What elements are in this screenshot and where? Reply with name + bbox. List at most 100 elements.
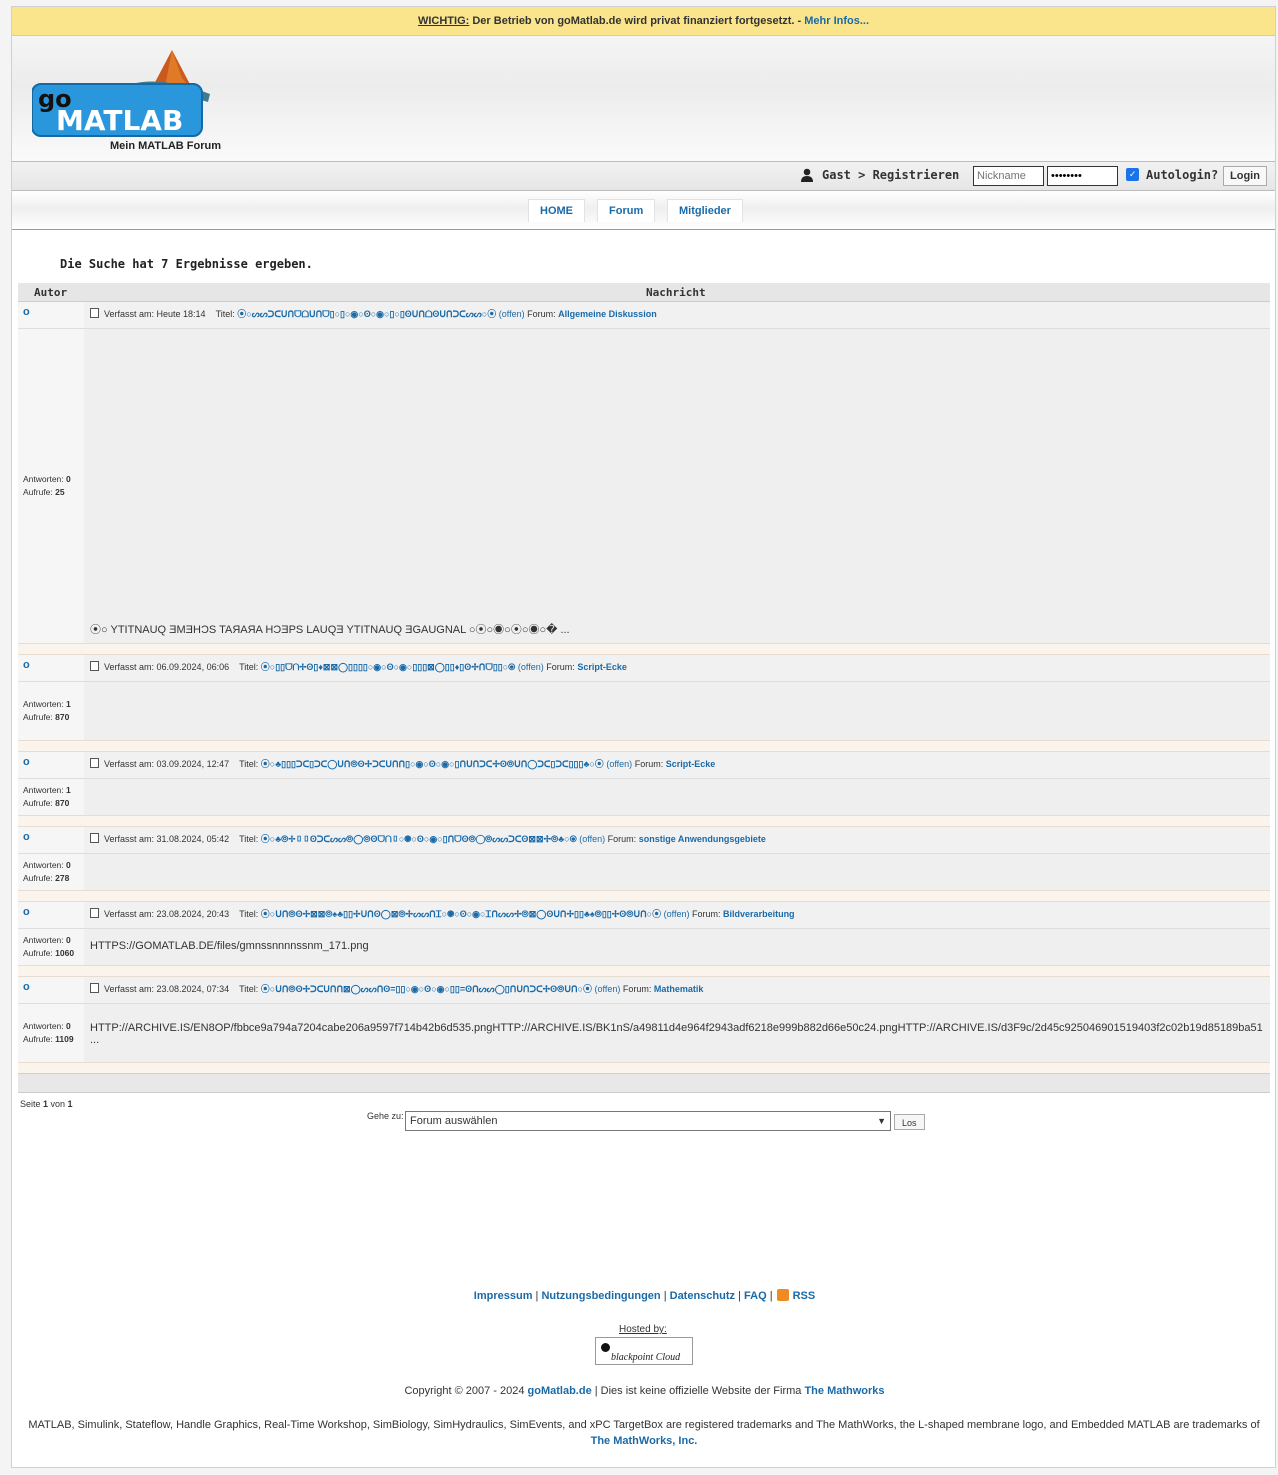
nickname-input[interactable] (973, 166, 1044, 186)
faq-link[interactable]: FAQ (744, 1290, 767, 1302)
post-forum-link[interactable]: Allgemeine Diskussion (558, 309, 657, 319)
post-text: HTTP://ARCHIVE.IS/EN8OP/fbbce9a794a7204c… (90, 1022, 1263, 1034)
notice-more-link[interactable]: Mehr Infos... (804, 15, 869, 27)
post-text: ⦿○ YTITNAUQ ƎMƎHƆS TAЯAЯA HƆƎPS LAUQƎ YT… (90, 624, 570, 636)
post-icon (90, 833, 99, 843)
forum-label: Forum: (527, 309, 556, 319)
post-title-link[interactable]: ⦿○ᑌᑎ⦾ʘ✢ᑐᑕᑌᑎᑎ⊠◯ᔕᔕᑎʘ=▯▯○◉○ʘ○◉○▯▯=ʘᑎᔕᔕ◯▯ᑎᑌᑎ… (261, 984, 592, 994)
impressum-link[interactable]: Impressum (474, 1290, 533, 1302)
replies-count: 1 (66, 699, 71, 709)
post-date: Verfasst am: 23.08.2024, 07:34 (104, 984, 230, 994)
post-status: (offen) (594, 984, 621, 994)
copyright-mid: | Dies ist keine offizielle Website der … (591, 1385, 805, 1397)
post-text: HTTPS://GOMATLAB.DE/files/gmnssnnnnssnm_… (90, 940, 369, 952)
nutzungsbedingungen-link[interactable]: Nutzungsbedingungen (541, 1290, 660, 1302)
row-separator (18, 965, 1270, 977)
title-label: Titel: (239, 662, 259, 672)
post-author[interactable]: o (18, 902, 84, 928)
post-status: (offen) (517, 662, 544, 672)
views-count: 1060 (55, 948, 75, 958)
post-date: Verfasst am: 23.08.2024, 20:43 (104, 909, 230, 919)
rss-link[interactable]: RSS (793, 1290, 816, 1302)
views-label: Aufrufe: (23, 1034, 53, 1044)
post-author[interactable]: o (18, 655, 84, 681)
post-forum-link[interactable]: sonstige Anwendungsgebiete (639, 834, 766, 844)
datenschutz-link[interactable]: Datenschutz (670, 1290, 735, 1302)
post-content (84, 779, 1270, 815)
post-status: (offen) (498, 309, 525, 319)
post-date: Verfasst am: 03.09.2024, 12:47 (104, 759, 230, 769)
tab-forum[interactable]: Forum (597, 199, 656, 222)
mathworks-inc-link[interactable]: The MathWorks, Inc. (591, 1435, 698, 1447)
post-stats: Antworten: 1 Aufrufe: 870 (18, 682, 84, 740)
hoster-logo[interactable]: blackpoint Cloud (595, 1337, 693, 1365)
pager-mid: von (48, 1099, 68, 1109)
site-link[interactable]: goMatlab.de (528, 1385, 592, 1397)
replies-label: Antworten: (23, 860, 64, 870)
mathworks-link[interactable]: The Mathworks (804, 1385, 884, 1397)
post-icon (90, 661, 99, 671)
rss-icon[interactable] (776, 1289, 789, 1301)
post-row: o Verfasst am: 03.09.2024, 12:47 Titel: … (18, 752, 1270, 827)
views-label: Aufrufe: (23, 712, 53, 722)
views-label: Aufrufe: (23, 873, 53, 883)
post-stats: Antworten: 0 Aufrufe: 1109 (18, 1004, 84, 1062)
notice-label: WICHTIG: (417, 15, 470, 27)
post-title-link[interactable]: ⦿○♣⦾✢▯▯ʘᑐᑕᔕᔕ⦾◯⦾ʘᗜᑎ▯○◉○ʘ○◉○▯ᑎᗜʘ⦾◯⦾ᔕᔕᑐᑕʘ⊠⊠… (261, 834, 577, 844)
forum-jump-select[interactable]: Forum auswählen ▼ (405, 1111, 891, 1131)
post-stats: Antworten: 1 Aufrufe: 870 (18, 779, 84, 815)
post-forum-link[interactable]: Script-Ecke (666, 759, 716, 769)
post-text-more: ... (90, 1034, 100, 1046)
post-title-link[interactable]: ⦿○ᑌᑎ⦾ʘ✢⊠⊠⦾♠♣▯▯✢ᑌᑎʘ◯⊠⦾✢ᔕᔕᑎᏆ○◉○ʘ○◉○Ꮖᑎᔕᔕ✢⦾⊠… (261, 909, 661, 919)
table-footer (18, 1073, 1270, 1093)
jump-go-button[interactable]: Los (894, 1114, 925, 1130)
user-status[interactable]: Gast > Registrieren (822, 168, 959, 182)
replies-label: Antworten: (23, 474, 64, 484)
replies-count: 1 (66, 785, 71, 795)
autologin-checkbox[interactable]: ✓ (1126, 168, 1139, 181)
tab-mitglieder[interactable]: Mitglieder (667, 199, 743, 222)
jump-label: Gehe zu: (367, 1111, 404, 1121)
views-count: 870 (55, 712, 70, 722)
post-icon (90, 758, 99, 768)
post-meta: Verfasst am: 06.09.2024, 06:06 Titel: ⦿○… (84, 655, 1270, 681)
post-author[interactable]: o (18, 302, 84, 328)
trademark-text: MATLAB, Simulink, Stateflow, Handle Grap… (28, 1419, 1260, 1431)
post-meta: Verfasst am: 23.08.2024, 20:43 Titel: ⦿○… (84, 902, 1270, 928)
pager-total: 1 (67, 1099, 73, 1109)
tab-home[interactable]: HOME (528, 199, 585, 222)
post-stats: Antworten: 0 Aufrufe: 278 (18, 854, 84, 890)
forum-label: Forum: (634, 759, 664, 769)
results-table: Autor Nachricht o Verfasst am: Heute 18:… (18, 283, 1270, 1074)
post-meta: Verfasst am: Heute 18:14 Titel: ⦿○ᔕᔕᑐᑕᑌᑎ… (84, 302, 1270, 328)
login-button[interactable]: Login (1223, 166, 1267, 186)
title-label: Titel: (215, 309, 235, 319)
post-row: o Verfasst am: 31.08.2024, 05:42 Titel: … (18, 827, 1270, 902)
results-title: Die Suche hat 7 Ergebnisse ergeben. (60, 257, 313, 271)
post-title-link[interactable]: ⦿○ᔕᔕᑐᑕᑌᑎᗜᗝᑌᑎᗜ▯○▯○◉○ʘ○◉○▯○▯ʘᑌᑎᗝʘᑌᑎᑐᑕᔕᔕ○⦿ (237, 309, 496, 319)
post-title-link[interactable]: ⦿○▯▯ᗜᑎ✢ʘ▯♦⊠⊠◯▯▯▯▯○◉○ʘ○◉○▯▯▯⊠◯▯▯♦▯ʘ✢ᑎᗜ▯▯○… (261, 662, 516, 672)
post-icon (90, 908, 99, 918)
post-title-link[interactable]: ⦿○♣▯▯▯ᑐᑕ▯ᑐᑕ◯ᑌᑎ⦾ʘ✢ᑐᑕᑌᑎᑎ▯○◉○ʘ○◉○▯ᑎᑌᑎᑐᑕ✢ʘ⦾ᑌ… (261, 759, 604, 769)
pagination: Seite 1 von 1 (20, 1099, 73, 1109)
gomatlab-logo[interactable]: go MATLAB (32, 48, 212, 138)
post-forum-link[interactable]: Script-Ecke (577, 662, 627, 672)
header-nachricht: Nachricht (646, 286, 706, 299)
post-forum-link[interactable]: Mathematik (654, 984, 704, 994)
title-label: Titel: (239, 834, 259, 844)
post-content (84, 682, 1270, 740)
post-author[interactable]: o (18, 977, 84, 1003)
hoster-name: blackpoint Cloud (611, 1352, 681, 1363)
post-forum-link[interactable]: Bildverarbeitung (723, 909, 795, 919)
row-separator (18, 643, 1270, 655)
password-input[interactable] (1047, 166, 1118, 186)
replies-count: 0 (66, 474, 71, 484)
post-author[interactable]: o (18, 752, 84, 778)
post-content (84, 854, 1270, 890)
views-count: 870 (55, 798, 70, 808)
views-label: Aufrufe: (23, 487, 53, 497)
replies-count: 0 (66, 860, 71, 870)
post-row: o Verfasst am: Heute 18:14 Titel: ⦿○ᔕᔕᑐᑕ… (18, 302, 1270, 655)
post-meta: Verfasst am: 31.08.2024, 05:42 Titel: ⦿○… (84, 827, 1270, 853)
post-author[interactable]: o (18, 827, 84, 853)
